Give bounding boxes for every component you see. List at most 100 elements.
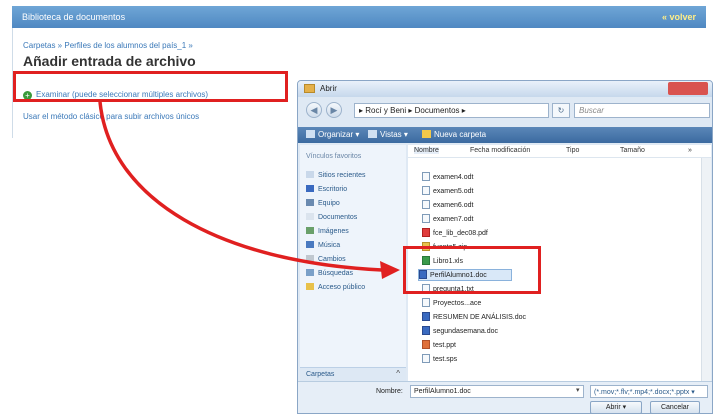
- nav-item-computer[interactable]: Equipo: [306, 199, 340, 207]
- recent-icon: [306, 171, 314, 178]
- nav-item-pictures[interactable]: Imágenes: [306, 227, 349, 235]
- document-icon: [422, 200, 430, 209]
- document-icon: [422, 214, 430, 223]
- list-item[interactable]: segundasemana.doc: [422, 326, 498, 338]
- file-name: examen7.odt: [433, 216, 474, 223]
- highlight-box-file: [403, 246, 541, 294]
- nav-item-changes[interactable]: Cambios: [306, 255, 346, 263]
- search-input[interactable]: Buscar: [574, 103, 710, 118]
- file-name: Proyectos...ace: [433, 300, 482, 307]
- column-size[interactable]: Tamaño: [620, 147, 645, 154]
- file-name: test.sps: [433, 356, 458, 363]
- dialog-toolbar: Organizar ▾ Vistas ▾ Nueva carpeta: [298, 127, 712, 143]
- views-menu[interactable]: Vistas ▾: [368, 130, 408, 139]
- nav-item-public[interactable]: Acceso público: [306, 283, 365, 291]
- desktop-icon: [306, 185, 314, 192]
- pictures-icon: [306, 227, 314, 234]
- nav-label: Música: [318, 242, 341, 249]
- document-icon: [422, 172, 430, 181]
- vertical-scrollbar[interactable]: [701, 158, 711, 381]
- filename-input[interactable]: PerfilAlumno1.doc: [410, 385, 584, 398]
- close-button[interactable]: [668, 82, 708, 95]
- list-item[interactable]: examen5.odt: [422, 186, 473, 198]
- dialog-footer: Nombre: PerfilAlumno1.doc ▾ (*.mov;*.flv…: [298, 381, 712, 413]
- filename-label: Nombre:: [376, 388, 403, 395]
- nav-label: Documentos: [318, 214, 358, 221]
- data-file-icon: [422, 354, 430, 363]
- folders-toggle[interactable]: Carpetas ^: [300, 367, 406, 381]
- file-name: RESUMEN DE ANÁLISIS.doc: [433, 314, 526, 321]
- document-icon: [422, 298, 430, 307]
- chevron-down-icon[interactable]: ▾: [576, 386, 580, 394]
- nav-label: Acceso público: [318, 284, 366, 291]
- breadcrumb[interactable]: Carpetas » Perfiles de los alumnos del p…: [23, 41, 193, 50]
- favorites-heading: Vínculos favoritos: [306, 153, 362, 160]
- list-item[interactable]: fce_lib_dec08.pdf: [422, 228, 488, 240]
- pdf-icon: [422, 228, 430, 237]
- file-name: test.ppt: [433, 342, 456, 349]
- nav-label: Escritorio: [318, 186, 348, 193]
- word-doc-icon: [422, 326, 430, 335]
- column-type[interactable]: Tipo: [566, 147, 579, 154]
- new-folder-label: Nueva carpeta: [434, 130, 487, 139]
- nav-label: Equipo: [318, 200, 340, 207]
- open-label: Abrir: [605, 404, 621, 411]
- library-title: Biblioteca de documentos: [22, 12, 126, 22]
- file-type-filter[interactable]: (*.mov;*.flv;*.mp4;*.docx;*.pptx ▾: [590, 385, 708, 398]
- cancel-button[interactable]: Cancelar: [650, 401, 700, 413]
- folder-icon: [304, 84, 315, 93]
- file-name: fce_lib_dec08.pdf: [433, 230, 488, 237]
- list-item[interactable]: test.ppt: [422, 340, 456, 352]
- word-doc-icon: [422, 312, 430, 321]
- back-link[interactable]: « volver: [662, 12, 696, 22]
- column-more[interactable]: »: [688, 147, 692, 154]
- navigation-pane: Vínculos favoritos Sitios recientes Escr…: [300, 145, 406, 367]
- nav-item-recent[interactable]: Sitios recientes: [306, 171, 365, 179]
- music-icon: [306, 241, 314, 248]
- new-folder-button[interactable]: Nueva carpeta: [422, 130, 486, 139]
- list-item[interactable]: examen6.odt: [422, 200, 473, 212]
- screenshot-stage: Biblioteca de documentos « volver Carpet…: [0, 0, 713, 414]
- computer-icon: [306, 199, 314, 206]
- searches-icon: [306, 269, 314, 276]
- file-name: examen5.odt: [433, 188, 474, 195]
- list-item[interactable]: Proyectos...ace: [422, 298, 481, 310]
- classic-upload-link[interactable]: Usar el método clásico para subir archiv…: [23, 112, 199, 121]
- folders-label: Carpetas: [306, 371, 335, 378]
- document-icon: [422, 186, 430, 195]
- organize-menu[interactable]: Organizar ▾: [306, 130, 359, 139]
- refresh-icon[interactable]: ↻: [552, 103, 570, 118]
- address-row: ◀ ▶ ▸ Rocí y Beni ▸ Documentos ▸ ↻ Busca…: [298, 99, 712, 123]
- page-title: Añadir entrada de archivo: [23, 53, 196, 69]
- list-item[interactable]: RESUMEN DE ANÁLISIS.doc: [422, 312, 526, 324]
- list-item[interactable]: test.sps: [422, 354, 457, 366]
- forward-arrow-icon[interactable]: ▶: [326, 102, 342, 118]
- list-item[interactable]: examen7.odt: [422, 214, 473, 226]
- library-header: Biblioteca de documentos « volver: [12, 6, 706, 28]
- organize-icon: [306, 130, 315, 138]
- address-bar[interactable]: ▸ Rocí y Beni ▸ Documentos ▸: [354, 103, 549, 118]
- file-name: segundasemana.doc: [433, 328, 498, 335]
- chevron-up-icon: ^: [396, 369, 400, 378]
- nav-label: Búsquedas: [318, 270, 354, 277]
- dialog-title: Abrir: [320, 84, 337, 93]
- column-modified[interactable]: Fecha modificación: [470, 147, 530, 154]
- column-header: Nombre Fecha modificación Tipo Tamaño »: [408, 145, 711, 158]
- nav-item-music[interactable]: Música: [306, 241, 340, 249]
- nav-item-documents[interactable]: Documentos: [306, 213, 357, 221]
- nav-item-desktop[interactable]: Escritorio: [306, 185, 347, 193]
- public-icon: [306, 283, 314, 290]
- nav-label: Cambios: [318, 256, 346, 263]
- nav-label: Sitios recientes: [318, 172, 366, 179]
- list-item[interactable]: examen4.odt: [422, 172, 473, 184]
- open-button[interactable]: Abrir ▾: [590, 401, 642, 413]
- documents-icon: [306, 213, 314, 220]
- column-name[interactable]: Nombre: [414, 147, 439, 154]
- views-icon: [368, 130, 377, 138]
- presentation-icon: [422, 340, 430, 349]
- back-arrow-icon[interactable]: ◀: [306, 102, 322, 118]
- organize-label: Organizar ▾: [318, 130, 360, 139]
- nav-item-searches[interactable]: Búsquedas: [306, 269, 353, 277]
- file-name: examen4.odt: [433, 174, 474, 181]
- highlight-box-examine: [13, 71, 288, 102]
